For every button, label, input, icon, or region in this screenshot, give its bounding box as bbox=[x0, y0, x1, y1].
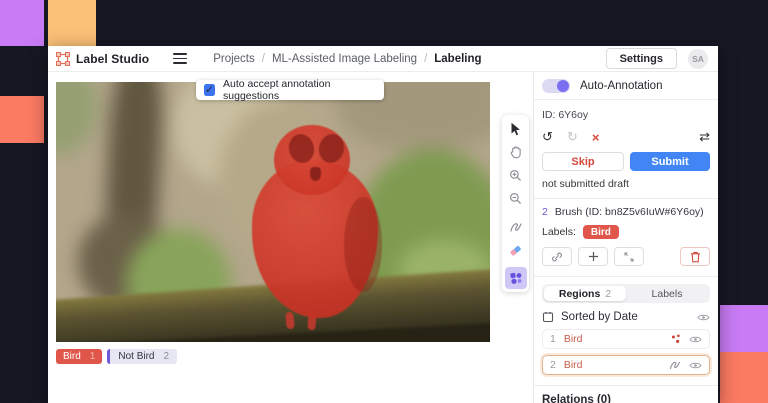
region-row-1[interactable]: 1 Bird bbox=[542, 329, 710, 349]
smart-magic-tool-icon[interactable] bbox=[505, 267, 527, 289]
label-studio-logo-icon bbox=[56, 52, 70, 66]
auto-accept-label: Auto accept annotation suggestions bbox=[223, 78, 376, 102]
decor-block-peach-top bbox=[48, 0, 96, 46]
zoom-in-tool-icon[interactable] bbox=[505, 165, 526, 185]
brush-entry[interactable]: 2 Brush (ID: bn8Z5v6IuW#6Y6oy) bbox=[534, 206, 718, 218]
annotation-image[interactable] bbox=[56, 82, 490, 342]
tool-palette bbox=[502, 115, 529, 292]
sort-label: Sorted by Date bbox=[561, 311, 638, 323]
undo-icon[interactable]: ↺ bbox=[542, 129, 553, 145]
draft-status: not submitted draft bbox=[534, 178, 718, 190]
avatar[interactable]: SA bbox=[688, 49, 708, 69]
hamburger-menu-icon[interactable] bbox=[173, 53, 187, 64]
breadcrumb-labeling: Labeling bbox=[434, 53, 481, 65]
bird-label-chip[interactable]: Bird bbox=[583, 225, 619, 239]
select-tool-icon[interactable] bbox=[505, 119, 526, 139]
submit-button[interactable]: Submit bbox=[630, 152, 710, 171]
label-chip-bar: Bird 1 Not Bird 2 bbox=[56, 349, 177, 364]
auto-annotation-toggle[interactable] bbox=[542, 79, 570, 93]
app-title: Label Studio bbox=[76, 52, 149, 66]
region-row-2[interactable]: 2 Bird bbox=[542, 355, 710, 375]
label-studio-window: Label Studio Projects / ML-Assisted Imag… bbox=[48, 46, 718, 403]
labels-row: Labels: Bird bbox=[534, 225, 718, 239]
labels-caption: Labels: bbox=[542, 226, 576, 238]
decor-block-purple-top bbox=[0, 0, 44, 46]
expand-collapse-button[interactable] bbox=[614, 247, 644, 266]
brush-tool-icon[interactable] bbox=[505, 217, 526, 237]
brush-region-icon bbox=[669, 360, 681, 370]
auto-accept-checkbox[interactable]: ✓ bbox=[204, 84, 215, 96]
eraser-tool-icon[interactable] bbox=[505, 240, 526, 260]
auto-annotation-row: Auto-Annotation bbox=[534, 72, 718, 100]
history-controls: ↺ ↻ × ⇄ bbox=[534, 129, 718, 145]
skip-button[interactable]: Skip bbox=[542, 152, 624, 171]
region-1-visibility-icon[interactable] bbox=[689, 335, 702, 344]
decision-buttons: Skip Submit bbox=[534, 152, 718, 171]
task-id: ID: 6Y6oy bbox=[534, 109, 718, 121]
sort-row[interactable]: Sorted by Date bbox=[534, 311, 718, 323]
relations-section: Relations (0) No Relations added yet bbox=[534, 385, 718, 403]
region-2-visibility-icon[interactable] bbox=[689, 361, 702, 370]
auto-annotation-label: Auto-Annotation bbox=[580, 80, 662, 92]
region-actions bbox=[534, 247, 718, 266]
section-divider bbox=[534, 198, 718, 199]
label-chip-bird[interactable]: Bird 1 bbox=[56, 349, 102, 364]
reset-annotation-icon[interactable]: × bbox=[592, 130, 600, 145]
swap-view-icon[interactable]: ⇄ bbox=[699, 129, 710, 145]
pan-tool-icon[interactable] bbox=[505, 142, 526, 162]
screenshot-root: Label Studio Projects / ML-Assisted Imag… bbox=[0, 0, 768, 403]
relations-title: Relations (0) bbox=[542, 394, 710, 403]
calendar-icon bbox=[542, 311, 554, 323]
breadcrumb-project-name[interactable]: ML-Assisted Image Labeling bbox=[272, 53, 417, 65]
tab-regions[interactable]: Regions 2 bbox=[544, 286, 626, 301]
decor-block-purple-bottom bbox=[720, 305, 768, 353]
breadcrumb: Projects / ML-Assisted Image Labeling / … bbox=[213, 53, 481, 65]
zoom-out-tool-icon[interactable] bbox=[505, 188, 526, 208]
tab-labels[interactable]: Labels bbox=[626, 286, 708, 301]
app-header: Label Studio Projects / ML-Assisted Imag… bbox=[48, 46, 718, 72]
toggle-all-visibility-icon[interactable] bbox=[697, 313, 710, 322]
regions-labels-tabs: Regions 2 Labels bbox=[534, 276, 718, 303]
decor-block-salmon-bottom bbox=[720, 352, 768, 403]
settings-button[interactable]: Settings bbox=[606, 48, 677, 69]
smart-points-icon bbox=[671, 334, 681, 344]
redo-icon[interactable]: ↻ bbox=[567, 129, 578, 145]
delete-region-button[interactable] bbox=[680, 247, 710, 266]
breadcrumb-projects[interactable]: Projects bbox=[213, 53, 255, 65]
decor-block-salmon-left bbox=[0, 96, 44, 143]
add-region-button[interactable] bbox=[578, 247, 608, 266]
label-chip-not-bird[interactable]: Not Bird 2 bbox=[107, 349, 177, 364]
owl-mask-region[interactable] bbox=[56, 82, 490, 342]
annotation-sidebar: Auto-Annotation ID: 6Y6oy ↺ ↻ × ⇄ Skip S… bbox=[533, 72, 718, 403]
auto-accept-bar: ✓ Auto accept annotation suggestions bbox=[196, 80, 384, 100]
link-region-button[interactable] bbox=[542, 247, 572, 266]
